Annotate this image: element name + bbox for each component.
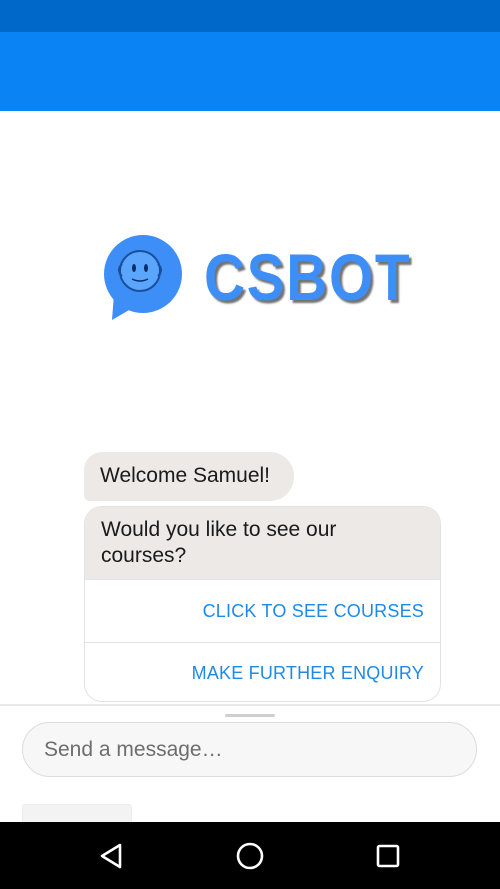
back-button[interactable] xyxy=(91,836,131,876)
see-courses-button[interactable]: CLICK TO SEE COURSES xyxy=(85,580,440,642)
welcome-message-bubble: Welcome Samuel! xyxy=(84,452,294,501)
logo-wordmark: CSBOT xyxy=(204,240,412,314)
further-enquiry-button[interactable]: MAKE FURTHER ENQUIRY xyxy=(85,642,440,701)
system-navigation-bar xyxy=(0,822,500,889)
quick-reply-chip[interactable] xyxy=(22,804,132,824)
recents-square-icon xyxy=(376,844,400,868)
message-input[interactable] xyxy=(22,722,477,777)
composer-divider xyxy=(0,704,500,706)
back-triangle-icon xyxy=(100,843,122,869)
home-circle-icon xyxy=(236,842,264,870)
csbot-logo: CSBOT xyxy=(100,234,410,324)
status-bar xyxy=(0,0,500,32)
chat-bubble-logo-icon xyxy=(104,235,182,320)
app-bar xyxy=(0,32,500,111)
home-button[interactable] xyxy=(230,836,270,876)
question-message: Would you like to see our courses? xyxy=(85,507,440,580)
recents-button[interactable] xyxy=(368,836,408,876)
quick-reply-card: Would you like to see our courses? CLICK… xyxy=(84,506,441,702)
drag-handle[interactable] xyxy=(225,714,275,717)
